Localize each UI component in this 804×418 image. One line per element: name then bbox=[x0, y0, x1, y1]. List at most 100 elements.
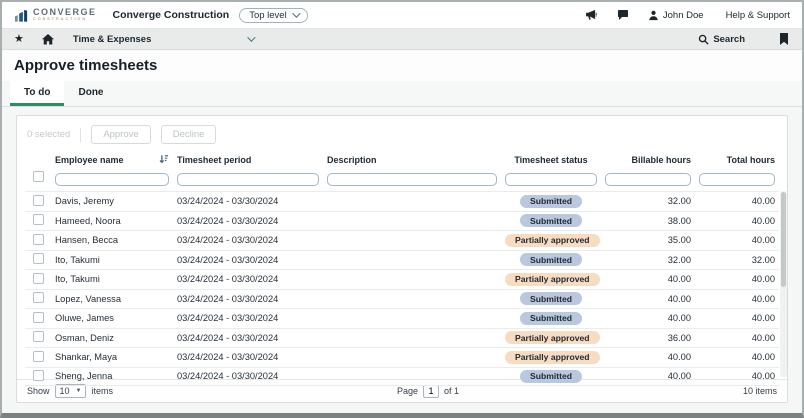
nav-menu-time-expenses[interactable]: Time & Expenses bbox=[73, 34, 254, 45]
items-label: items bbox=[91, 386, 113, 396]
table-row[interactable]: Shankar, Maya 03/24/2024 - 03/30/2024 Pa… bbox=[25, 347, 779, 367]
approve-button[interactable]: Approve bbox=[91, 125, 150, 144]
row-checkbox[interactable] bbox=[33, 234, 44, 245]
column-employee-name: Employee name bbox=[51, 151, 173, 167]
employee-name-cell: Ito, Takumi bbox=[51, 255, 173, 265]
page-number-input[interactable] bbox=[423, 385, 439, 398]
scrollbar-thumb[interactable] bbox=[781, 192, 786, 287]
tab-done[interactable]: Done bbox=[64, 81, 117, 106]
timesheet-card: 0 selected Approve Decline Employee name bbox=[16, 115, 788, 403]
nav-bar: ★ Time & Expenses Search bbox=[2, 29, 802, 50]
row-checkbox[interactable] bbox=[33, 253, 44, 264]
row-checkbox[interactable] bbox=[33, 370, 44, 381]
timesheet-period-cell: 03/24/2024 - 03/30/2024 bbox=[173, 333, 323, 343]
divider bbox=[80, 128, 81, 142]
table-row[interactable]: Sheng, Jenna 03/24/2024 - 03/30/2024 Sub… bbox=[25, 367, 779, 387]
status-badge: Submitted bbox=[520, 253, 582, 266]
filter-employee-input[interactable] bbox=[55, 173, 169, 186]
row-checkbox[interactable] bbox=[33, 195, 44, 206]
billable-hours-cell: 38.00 bbox=[601, 216, 695, 226]
billable-hours-cell: 32.00 bbox=[601, 255, 695, 265]
filter-period-input[interactable] bbox=[177, 173, 319, 186]
row-checkbox[interactable] bbox=[33, 273, 44, 284]
column-timesheet-status: Timesheet status bbox=[501, 152, 601, 167]
page-header: Approve timesheets bbox=[2, 50, 802, 81]
employee-name-cell: Hansen, Becca bbox=[51, 235, 173, 245]
row-checkbox[interactable] bbox=[33, 331, 44, 342]
timesheet-period-cell: 03/24/2024 - 03/30/2024 bbox=[173, 196, 323, 206]
table-row[interactable]: Oluwe, James 03/24/2024 - 03/30/2024 Sub… bbox=[25, 308, 779, 328]
total-hours-cell: 40.00 bbox=[695, 235, 779, 245]
row-checkbox[interactable] bbox=[33, 351, 44, 362]
table-header-row: Employee name Timesheet period Descripti… bbox=[25, 151, 779, 167]
tab-strip: To do Done bbox=[2, 81, 802, 107]
row-checkbox[interactable] bbox=[33, 312, 44, 323]
employee-name-cell: Davis, Jeremy bbox=[51, 196, 173, 206]
row-checkbox[interactable] bbox=[33, 214, 44, 225]
user-name: John Doe bbox=[663, 10, 704, 21]
billable-hours-cell: 35.00 bbox=[601, 235, 695, 245]
column-description: Description bbox=[323, 152, 501, 167]
favorites-star-icon[interactable]: ★ bbox=[14, 34, 24, 45]
timesheet-period-cell: 03/24/2024 - 03/30/2024 bbox=[173, 216, 323, 226]
status-badge: Partially approved bbox=[505, 331, 600, 344]
logo-brand: CONVERGE bbox=[33, 8, 97, 17]
help-support-link[interactable]: Help & Support bbox=[726, 10, 790, 21]
chat-icon[interactable] bbox=[617, 9, 630, 22]
table-row[interactable]: Osman, Deniz 03/24/2024 - 03/30/2024 Par… bbox=[25, 328, 779, 348]
page-of-label: of 1 bbox=[444, 386, 459, 396]
company-name: Converge Construction bbox=[113, 9, 230, 21]
chevron-down-icon bbox=[248, 33, 256, 41]
user-menu[interactable]: John Doe bbox=[648, 10, 704, 21]
total-hours-cell: 40.00 bbox=[695, 313, 779, 323]
announcements-icon[interactable] bbox=[584, 9, 597, 22]
chevron-down-icon bbox=[292, 9, 300, 17]
total-hours-cell: 40.00 bbox=[695, 352, 779, 362]
column-billable-hours: Billable hours bbox=[601, 152, 695, 167]
table-row[interactable]: Hansen, Becca 03/24/2024 - 03/30/2024 Pa… bbox=[25, 230, 779, 250]
bookmark-icon[interactable] bbox=[777, 33, 790, 46]
vertical-scrollbar[interactable] bbox=[780, 191, 787, 377]
company-logo: CONVERGE CONSTRUCTION bbox=[14, 7, 97, 23]
search-label: Search bbox=[713, 34, 745, 45]
row-checkbox[interactable] bbox=[33, 292, 44, 303]
billable-hours-cell: 40.00 bbox=[601, 313, 695, 323]
table-row[interactable]: Davis, Jeremy 03/24/2024 - 03/30/2024 Su… bbox=[25, 191, 779, 211]
table-row[interactable]: Lopez, Vanessa 03/24/2024 - 03/30/2024 S… bbox=[25, 289, 779, 309]
timesheet-period-cell: 03/24/2024 - 03/30/2024 bbox=[173, 313, 323, 323]
logo-building-icon bbox=[14, 7, 29, 23]
tab-todo[interactable]: To do bbox=[10, 81, 64, 106]
nav-menu-label: Time & Expenses bbox=[73, 34, 152, 45]
bulk-action-toolbar: 0 selected Approve Decline bbox=[17, 116, 787, 151]
filter-billable-input[interactable] bbox=[605, 173, 691, 186]
content-area: 0 selected Approve Decline Employee name bbox=[2, 107, 802, 413]
table-row[interactable]: Ito, Takumi 03/24/2024 - 03/30/2024 Subm… bbox=[25, 250, 779, 270]
timesheet-period-cell: 03/24/2024 - 03/30/2024 bbox=[173, 235, 323, 245]
table-row[interactable]: Ito, Takumi 03/24/2024 - 03/30/2024 Part… bbox=[25, 269, 779, 289]
filter-status-input[interactable] bbox=[505, 173, 597, 186]
select-all-checkbox[interactable] bbox=[33, 171, 44, 182]
employee-name-cell: Sheng, Jenna bbox=[51, 371, 173, 381]
home-icon[interactable] bbox=[42, 33, 55, 46]
filter-total-input[interactable] bbox=[699, 173, 775, 186]
billable-hours-cell: 40.00 bbox=[601, 274, 695, 284]
filter-row bbox=[25, 167, 779, 191]
total-hours-cell: 40.00 bbox=[695, 294, 779, 304]
decline-button[interactable]: Decline bbox=[161, 125, 217, 144]
status-badge: Submitted bbox=[520, 214, 582, 227]
timesheet-table: Employee name Timesheet period Descripti… bbox=[17, 151, 787, 379]
scope-selector[interactable]: Top level bbox=[239, 8, 308, 23]
table-body: Davis, Jeremy 03/24/2024 - 03/30/2024 Su… bbox=[25, 191, 779, 379]
employee-name-cell: Oluwe, James bbox=[51, 313, 173, 323]
search-icon bbox=[698, 34, 709, 45]
filter-description-input[interactable] bbox=[327, 173, 497, 186]
logo-text: CONVERGE CONSTRUCTION bbox=[33, 8, 97, 22]
total-items-count: 10 items bbox=[743, 386, 777, 396]
total-hours-cell: 40.00 bbox=[695, 216, 779, 226]
page-size-select[interactable]: 10 ▼ bbox=[55, 384, 87, 398]
column-total-hours: Total hours bbox=[695, 152, 779, 167]
search-button[interactable]: Search bbox=[698, 34, 745, 45]
sort-icon[interactable] bbox=[158, 154, 169, 165]
total-hours-cell: 40.00 bbox=[695, 274, 779, 284]
table-row[interactable]: Hameed, Noora 03/24/2024 - 03/30/2024 Su… bbox=[25, 211, 779, 231]
